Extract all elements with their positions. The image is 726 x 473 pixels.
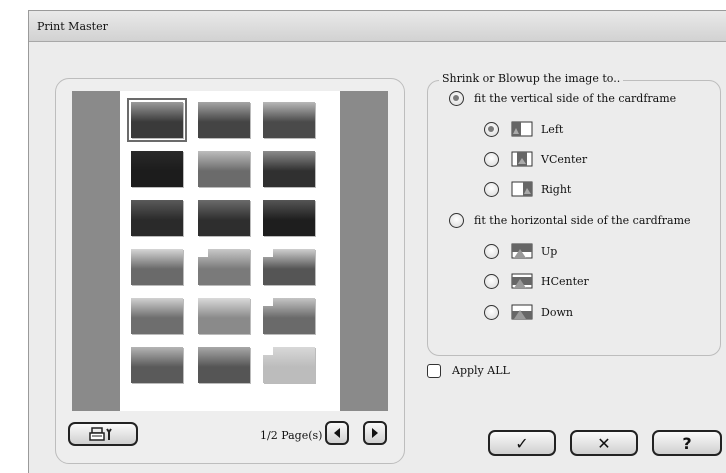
align-left-icon	[511, 121, 533, 137]
next-page-button[interactable]	[363, 421, 387, 445]
fit-horizontal-option[interactable]: fit the horizontal side of the cardframe	[449, 211, 691, 229]
fit-horizontal-radio[interactable]	[449, 212, 464, 228]
horizontal-up-label: Up	[541, 244, 558, 258]
photo-thumbnail[interactable]	[198, 102, 250, 138]
horizontal-hcenter-option[interactable]: HCenter	[484, 272, 589, 290]
photo-thumbnail[interactable]	[131, 151, 183, 187]
horizontal-up-radio[interactable]	[484, 243, 499, 259]
ok-button[interactable]: ✓	[488, 430, 556, 456]
horizontal-down-option[interactable]: Down	[484, 303, 573, 321]
photo-thumbnail[interactable]	[198, 249, 250, 285]
photo-thumbnail[interactable]	[131, 298, 183, 334]
vertical-right-option[interactable]: Right	[484, 180, 571, 198]
apply-all-label: Apply ALL	[452, 364, 510, 377]
horizontal-down-radio[interactable]	[484, 304, 499, 320]
photo-thumbnail[interactable]	[131, 347, 183, 383]
photo-thumbnail[interactable]	[131, 200, 183, 236]
title-bar[interactable]: Print Master	[29, 11, 726, 42]
vertical-left-label: Left	[541, 122, 564, 136]
window-title: Print Master	[37, 20, 108, 33]
vertical-right-radio[interactable]	[484, 181, 499, 197]
fit-vertical-radio[interactable]	[449, 90, 464, 106]
preview-page	[120, 91, 340, 411]
fit-horizontal-label: fit the horizontal side of the cardframe	[474, 213, 691, 227]
photo-thumbnail[interactable]	[198, 347, 250, 383]
cancel-button[interactable]: ✕	[570, 430, 638, 456]
scale-options-legend: Shrink or Blowup the image to..	[439, 72, 624, 85]
vertical-left-radio[interactable]	[484, 121, 499, 137]
photo-thumbnail[interactable]	[131, 249, 183, 285]
vertical-vcenter-radio[interactable]	[484, 151, 499, 167]
help-icon: ?	[682, 433, 692, 453]
photo-thumbnail[interactable]	[263, 102, 315, 138]
fit-vertical-label: fit the vertical side of the cardframe	[474, 91, 677, 105]
printer-setup-button[interactable]	[68, 422, 138, 446]
photo-thumbnail[interactable]	[198, 151, 250, 187]
fit-vertical-option[interactable]: fit the vertical side of the cardframe	[449, 89, 676, 107]
photo-thumbnail[interactable]	[263, 249, 315, 285]
photo-thumbnail[interactable]	[263, 151, 315, 187]
photo-thumbnail[interactable]	[198, 298, 250, 334]
horizontal-hcenter-label: HCenter	[541, 274, 589, 288]
checkmark-icon: ✓	[515, 433, 529, 453]
vertical-left-option[interactable]: Left	[484, 120, 563, 138]
preview-panel: 1/2 Page(s)	[55, 78, 405, 464]
photo-thumbnail[interactable]	[263, 298, 315, 334]
horizontal-hcenter-radio[interactable]	[484, 273, 499, 289]
horizontal-up-option[interactable]: Up	[484, 242, 557, 260]
apply-all-checkbox[interactable]	[427, 364, 441, 378]
page-count-label: 1/2 Page(s)	[260, 429, 323, 442]
vertical-vcenter-label: VCenter	[541, 152, 588, 166]
print-preview-area	[72, 91, 388, 411]
print-master-window: Print Master 1/2 Page(s) Shrink or Blowu…	[28, 10, 726, 473]
close-icon: ✕	[597, 433, 611, 453]
printer-settings-icon	[89, 427, 112, 441]
triangle-left-icon	[334, 428, 340, 438]
align-vcenter-icon	[511, 151, 533, 167]
align-right-icon	[511, 181, 533, 197]
photo-thumbnail[interactable]	[127, 98, 187, 142]
photo-thumbnail[interactable]	[263, 347, 315, 383]
align-down-icon	[511, 304, 533, 320]
vertical-vcenter-option[interactable]: VCenter	[484, 150, 587, 168]
vertical-right-label: Right	[541, 182, 572, 196]
previous-page-button[interactable]	[325, 421, 349, 445]
align-up-icon	[511, 243, 533, 259]
photo-thumbnail[interactable]	[263, 200, 315, 236]
align-hcenter-icon	[511, 273, 533, 289]
triangle-right-icon	[372, 428, 378, 438]
help-button[interactable]: ?	[652, 430, 722, 456]
horizontal-down-label: Down	[541, 305, 573, 319]
photo-thumbnail[interactable]	[198, 200, 250, 236]
